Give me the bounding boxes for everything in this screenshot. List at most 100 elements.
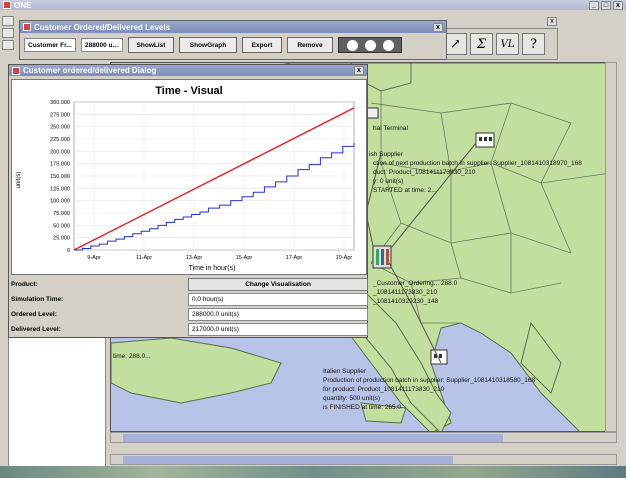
trend-icon[interactable]: ↗ xyxy=(444,33,467,55)
customer-dialog: Customer ordered/delivered Dialog x Time… xyxy=(8,64,368,338)
scroll-thumb-2[interactable] xyxy=(123,456,453,464)
tool-button-3[interactable] xyxy=(2,40,14,50)
map-label-cust-id: _1081410329230_148 xyxy=(373,298,439,305)
map-label-italian-finished: is FINISHED at time: 265.0 xyxy=(323,404,402,411)
customer-field[interactable]: Customer Fr... xyxy=(24,38,76,52)
y-tick-label: 125.000 xyxy=(50,186,70,192)
export-button[interactable]: Export xyxy=(242,37,282,53)
help-icon[interactable]: ? xyxy=(522,33,545,55)
chart-x-label: Time in hour(s) xyxy=(189,265,236,272)
x-tick-label: 17-Apr xyxy=(286,255,303,261)
y-tick-label: 50.000 xyxy=(53,223,70,229)
simulation-time-value: 0.0 hour(s) xyxy=(188,293,368,306)
chart-svg: Time - Visual Time in hour(s) unit(s) 30… xyxy=(16,85,355,272)
customer-icon[interactable] xyxy=(372,245,392,269)
tool-button-2[interactable] xyxy=(2,28,14,38)
field-row-simtime: Simulation Time: 0.0 hour(s) xyxy=(9,292,369,307)
bottom-horizontal-scrollbar[interactable] xyxy=(110,454,617,465)
map-label-italian-quantity: quantity: 500 unit(s) xyxy=(323,395,381,402)
map-label-italian-supplier: Italien Supplier xyxy=(323,368,366,375)
dialog-icon xyxy=(12,66,20,75)
map-label-italian-product: for product: Product_1081411173830_210 xyxy=(323,386,445,393)
toolbar-close-icon[interactable]: x xyxy=(547,17,557,26)
map-label-supplier: ish Supplier xyxy=(369,151,403,158)
map-label-cust-product: _1081411173830_210 xyxy=(373,289,438,296)
showgraph-button[interactable]: ShowGraph xyxy=(179,37,237,53)
scroll-thumb[interactable] xyxy=(123,434,503,442)
plot-area: 300.000 275.000 250.000 225.000 200.000 175.0… xyxy=(50,100,355,261)
chart-title: Time - Visual xyxy=(155,85,222,97)
map-label-started: STARTED at time: 2... xyxy=(373,187,437,194)
y-tick-label: 0 xyxy=(67,248,70,254)
x-tick-label: 11-Apr xyxy=(136,255,152,261)
sum-icon[interactable]: Σ xyxy=(470,33,493,55)
y-tick-label: 25.000 xyxy=(53,236,70,242)
y-tick-label: 175.000 xyxy=(50,162,70,168)
ordered-level-value: 288000.0 unit(s) xyxy=(188,308,368,321)
map-label-product: duct: Product_1081411173830_210 xyxy=(373,169,476,176)
left-list-pane[interactable] xyxy=(8,335,106,467)
customer-window-controls: Customer Fr... 288000 u... ShowList Show… xyxy=(20,33,446,57)
close-button[interactable]: x xyxy=(613,0,623,10)
dot-icon xyxy=(382,39,394,51)
maximize-button[interactable]: □ xyxy=(601,0,611,10)
main-title-bar: ONE _ □ x xyxy=(0,0,626,10)
y-tick-label: 75.000 xyxy=(53,211,70,217)
dot-icon xyxy=(364,39,376,51)
app-icon xyxy=(3,1,11,9)
delivered-level-label: Delivered Level: xyxy=(11,326,61,333)
remove-button[interactable]: Remove xyxy=(287,37,333,53)
map-horizontal-scrollbar[interactable] xyxy=(110,432,617,443)
map-label-italian-production: Production of production batch in suppli… xyxy=(323,377,536,384)
x-tick-label: 15-Apr xyxy=(236,255,253,261)
simulation-time-label: Simulation Time: xyxy=(11,296,64,303)
y-tick-label: 100.000 xyxy=(50,199,70,205)
change-visualisation-button[interactable]: Change Visualisation xyxy=(188,278,368,291)
tool-button-1[interactable] xyxy=(2,16,14,26)
y-tick-label: 200.000 xyxy=(50,149,70,155)
time-chart: Time - Visual Time in hour(s) unit(s) 30… xyxy=(11,79,367,275)
map-label-time: time: 288.0... xyxy=(113,353,151,360)
italian-factory-icon[interactable] xyxy=(430,349,448,365)
map-label-production: ction of next production batch in suppli… xyxy=(373,160,582,167)
record-control[interactable] xyxy=(338,37,402,53)
customer-window-title: Customer Ordered/Delivered Levels xyxy=(34,22,171,32)
x-tick-label: 13-Apr xyxy=(186,255,203,261)
y-tick-label: 250.000 xyxy=(50,125,70,131)
map-label-quantity: y: 0 unit(s) xyxy=(373,178,404,185)
dialog-title-bar: Customer ordered/delivered Dialog x xyxy=(9,65,367,76)
dialog-close-icon[interactable]: x xyxy=(354,66,364,75)
x-tick-label: 9-Apr xyxy=(87,255,101,261)
y-tick-label: 275.000 xyxy=(50,112,70,118)
left-toolstrip xyxy=(0,14,16,54)
showlist-button[interactable]: ShowList xyxy=(128,37,174,53)
y-tick-label: 225.000 xyxy=(50,137,70,143)
map-toolbar: ↗ Σ VL ? xyxy=(440,28,558,60)
y-tick-label: 300.000 xyxy=(50,100,70,106)
amount-field[interactable]: 288000 u... xyxy=(81,38,123,52)
main-title: ONE xyxy=(14,0,32,10)
map-label-customer: _Customer_Ordering... 288.0 xyxy=(373,280,458,287)
dot-icon xyxy=(346,39,358,51)
map-vertical-scrollbar[interactable] xyxy=(605,62,617,432)
window-icon xyxy=(23,23,31,31)
minimize-button[interactable]: _ xyxy=(589,0,599,10)
map-label-terminal: hal Terminal xyxy=(373,125,408,132)
vl-icon[interactable]: VL xyxy=(496,33,519,55)
desktop-background xyxy=(0,466,626,478)
delivered-level-value: 217000.0 unit(s) xyxy=(188,323,368,336)
y-tick-label: 150.000 xyxy=(50,174,70,180)
customer-window-close-icon[interactable]: x xyxy=(433,22,443,32)
factory-icon[interactable] xyxy=(475,132,495,148)
ordered-level-label: Ordered Level: xyxy=(11,311,57,318)
field-row-ordered: Ordered Level: 288000.0 unit(s) xyxy=(9,307,369,322)
chart-y-label: unit(s) xyxy=(16,172,22,189)
customer-window-title-bar: Customer Ordered/Delivered Levels x xyxy=(20,21,446,33)
iberia xyxy=(111,337,282,404)
x-tick-label: 19-Apr xyxy=(336,255,353,261)
customer-levels-window: Customer Ordered/Delivered Levels x Cust… xyxy=(19,20,447,60)
field-row-product: Product: Change Visualisation xyxy=(9,277,369,292)
product-label: Product: xyxy=(11,281,38,288)
field-row-delivered: Delivered Level: 217000.0 unit(s) xyxy=(9,322,369,337)
dialog-title: Customer ordered/delivered Dialog xyxy=(23,66,157,75)
